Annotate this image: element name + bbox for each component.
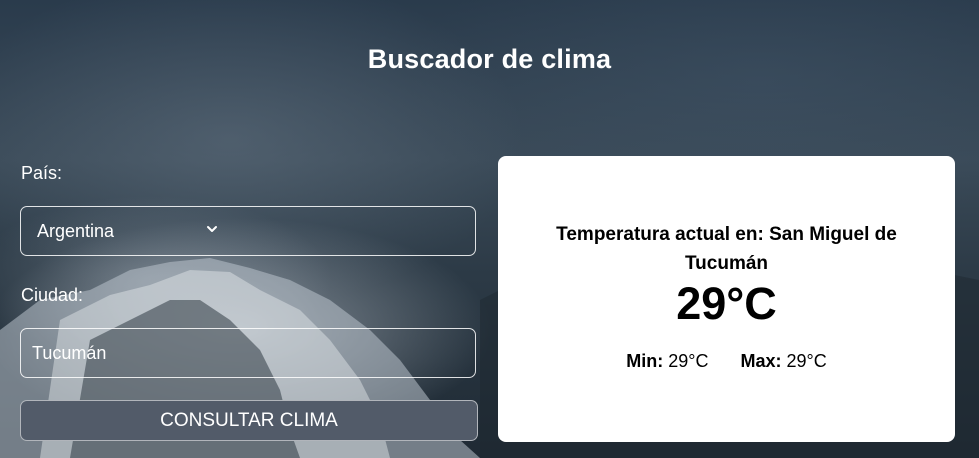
- chevron-down-icon: [204, 221, 220, 237]
- min-label: Min:: [626, 351, 669, 371]
- city-input-value: Tucumán: [32, 342, 107, 363]
- current-temperature: 29°C: [676, 278, 777, 329]
- result-heading: Temperatura actual en: San Miguel de Tuc…: [556, 224, 897, 274]
- weather-result-card: Temperatura actual en: San Miguel de Tuc…: [498, 156, 955, 442]
- max-value: 29°C: [786, 351, 827, 371]
- country-label: País:: [21, 163, 63, 183]
- max-label: Max:: [740, 351, 787, 371]
- country-select-value: Argentina: [37, 220, 115, 241]
- country-select[interactable]: Argentina: [20, 206, 476, 256]
- min-value: 29°C: [668, 351, 709, 371]
- city-input[interactable]: Tucumán: [20, 328, 476, 378]
- consult-weather-button[interactable]: CONSULTAR CLIMA: [20, 400, 478, 441]
- min-max-row: Min: 29°C Max: 29°C: [498, 351, 955, 372]
- page-title: Buscador de clima: [367, 44, 612, 74]
- city-label: Ciudad:: [21, 285, 84, 305]
